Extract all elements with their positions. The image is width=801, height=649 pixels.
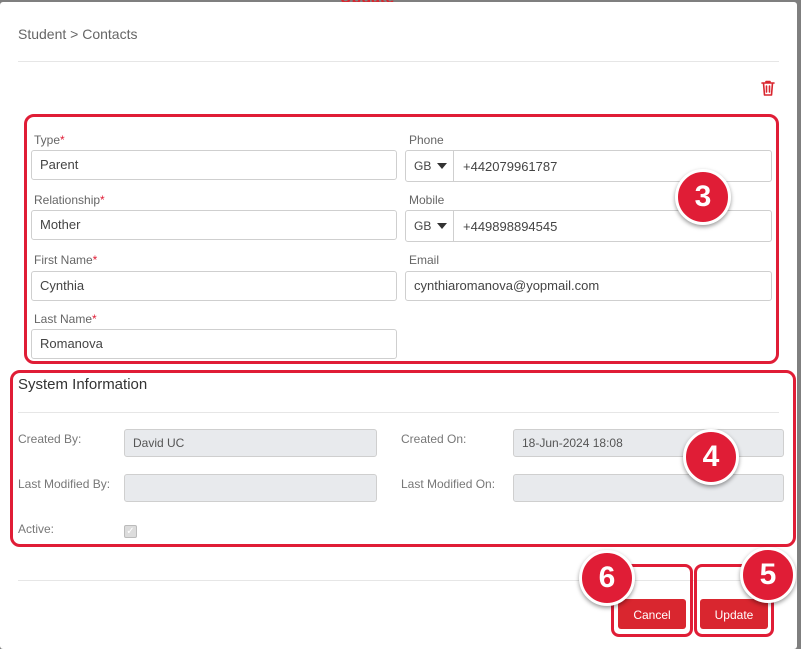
- annotation-badge-6: 6: [579, 550, 635, 606]
- breadcrumb: Student > Contacts: [18, 26, 138, 42]
- annotation-box-system: [10, 370, 796, 547]
- annotation-badge-4: 4: [683, 429, 739, 485]
- contacts-modal: Student > Contacts Type* Parent Relation…: [0, 2, 797, 649]
- annotation-box-contact: [24, 114, 779, 364]
- annotation-badge-3: 3: [675, 169, 731, 225]
- divider: [18, 61, 779, 62]
- trash-icon[interactable]: [759, 79, 777, 97]
- annotation-badge-5: 5: [740, 547, 796, 603]
